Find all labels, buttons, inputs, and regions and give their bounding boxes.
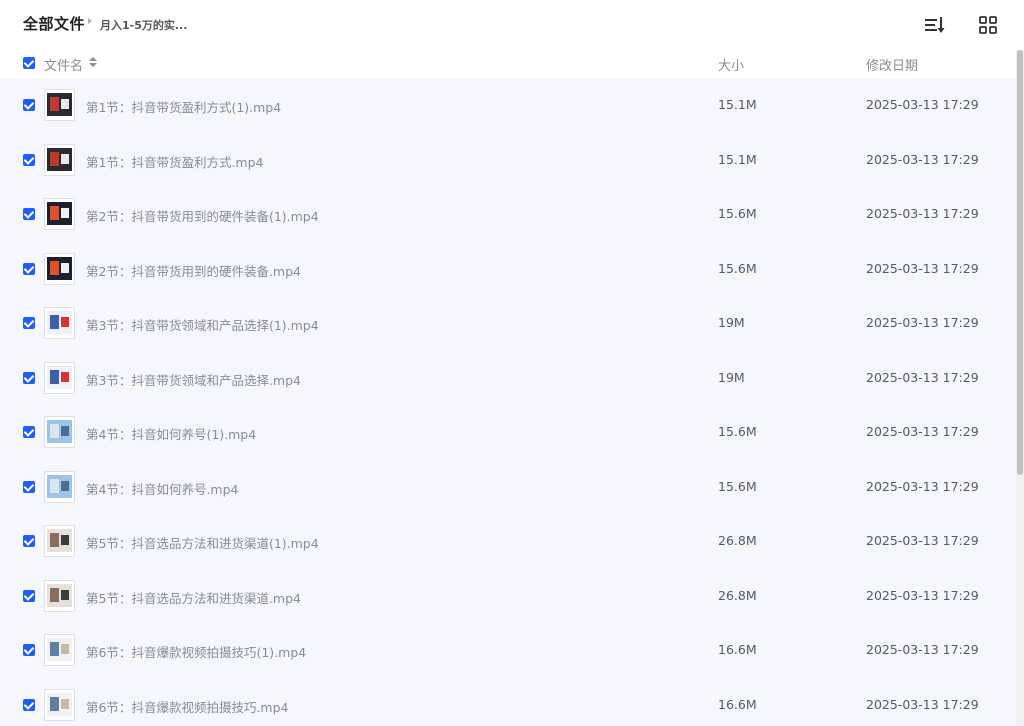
scrollbar-thumb[interactable] — [1017, 50, 1023, 475]
file-name[interactable]: 第2节：抖音带货用到的硬件装备(1).mp4 — [86, 206, 319, 225]
video-thumbnail-icon — [44, 89, 75, 121]
file-row[interactable]: 第2节：抖音带货用到的硬件装备.mp4 15.6M 2025-03-13 17:29 — [0, 242, 1016, 297]
row-checkbox[interactable] — [23, 426, 35, 438]
sort-list-icon[interactable] — [924, 14, 946, 36]
file-size: 26.8M — [718, 587, 757, 603]
video-thumbnail-icon — [44, 688, 75, 721]
video-thumbnail-icon — [44, 361, 75, 394]
file-row[interactable]: 第1节：抖音带货盈利方式.mp4 15.1M 2025-03-13 17:29 — [0, 133, 1016, 188]
select-all-checkbox[interactable] — [23, 57, 35, 69]
file-name[interactable]: 第2节：抖音带货用到的硬件装备.mp4 — [86, 261, 301, 280]
breadcrumb-separator-icon — [88, 18, 92, 24]
row-checkbox[interactable] — [23, 153, 35, 166]
file-row[interactable]: 第4节：抖音如何养号.mp4 15.6M 2025-03-13 17:29 — [0, 460, 1016, 515]
video-thumbnail-icon — [44, 416, 75, 448]
row-checkbox[interactable] — [23, 535, 35, 547]
file-modified-date: 2025-03-13 17:29 — [866, 587, 979, 603]
row-checkbox[interactable] — [23, 589, 35, 602]
breadcrumb-current-folder[interactable]: 月入1-5万的实... — [100, 17, 187, 33]
column-header: 文件名 大小 修改日期 — [0, 50, 1016, 78]
file-name[interactable]: 第1节：抖音带货盈利方式(1).mp4 — [86, 97, 281, 116]
file-name[interactable]: 第3节：抖音带货领域和产品选择(1).mp4 — [86, 315, 319, 334]
file-name[interactable]: 第4节：抖音如何养号.mp4 — [86, 479, 239, 498]
sort-toggle-icon[interactable] — [89, 57, 97, 69]
vertical-scrollbar[interactable] — [1016, 50, 1024, 726]
file-size: 15.1M — [718, 151, 757, 167]
file-size: 16.6M — [718, 642, 757, 657]
file-name[interactable]: 第5节：抖音选品方法和进货渠道.mp4 — [86, 588, 301, 607]
video-thumbnail-icon — [44, 525, 75, 557]
file-modified-date: 2025-03-13 17:29 — [866, 369, 979, 385]
grid-view-icon[interactable] — [978, 14, 998, 36]
video-thumbnail-icon — [44, 579, 75, 612]
row-checkbox[interactable] — [23, 371, 35, 384]
file-size: 19M — [718, 369, 745, 385]
file-row[interactable]: 第5节：抖音选品方法和进货渠道(1).mp4 26.8M 2025-03-13 17… — [0, 514, 1016, 569]
row-checkbox[interactable] — [23, 317, 35, 329]
file-size: 15.6M — [718, 206, 757, 221]
file-row[interactable]: 第2节：抖音带货用到的硬件装备(1).mp4 15.6M 2025-03-13 17… — [0, 187, 1016, 242]
file-size: 15.6M — [718, 424, 757, 439]
file-modified-date: 2025-03-13 17:29 — [866, 478, 979, 494]
file-list: 第1节：抖音带货盈利方式(1).mp4 15.1M 2025-03-13 17:29… — [0, 78, 1016, 726]
video-thumbnail-icon — [44, 252, 75, 285]
file-name[interactable]: 第3节：抖音带货领域和产品选择.mp4 — [86, 370, 301, 389]
file-size: 15.1M — [718, 97, 757, 112]
column-name-header[interactable]: 文件名 — [44, 55, 83, 74]
file-modified-date: 2025-03-13 17:29 — [866, 315, 979, 330]
video-thumbnail-icon — [44, 470, 75, 503]
file-row[interactable]: 第5节：抖音选品方法和进货渠道.mp4 26.8M 2025-03-13 17:29 — [0, 569, 1016, 624]
file-modified-date: 2025-03-13 17:29 — [866, 533, 979, 548]
file-modified-date: 2025-03-13 17:29 — [866, 696, 979, 712]
file-row[interactable]: 第6节：抖音爆款视频拍摄技巧(1).mp4 16.6M 2025-03-13 17:… — [0, 623, 1016, 678]
row-checkbox[interactable] — [23, 698, 35, 711]
file-modified-date: 2025-03-13 17:29 — [866, 424, 979, 439]
file-modified-date: 2025-03-13 17:29 — [866, 206, 979, 221]
video-thumbnail-icon — [44, 634, 75, 666]
row-checkbox[interactable] — [23, 480, 35, 493]
breadcrumb-root[interactable]: 全部文件 — [23, 13, 85, 34]
file-size: 15.6M — [718, 478, 757, 494]
file-name[interactable]: 第5节：抖音选品方法和进货渠道(1).mp4 — [86, 533, 319, 552]
file-size: 16.6M — [718, 696, 757, 712]
file-modified-date: 2025-03-13 17:29 — [866, 151, 979, 167]
top-bar: 全部文件 月入1-5万的实... — [0, 0, 1024, 50]
file-row[interactable]: 第3节：抖音带货领域和产品选择.mp4 19M 2025-03-13 17:29 — [0, 351, 1016, 406]
row-checkbox[interactable] — [23, 208, 35, 220]
row-checkbox[interactable] — [23, 644, 35, 656]
row-checkbox[interactable] — [23, 262, 35, 275]
video-thumbnail-icon — [44, 143, 75, 176]
video-thumbnail-icon — [44, 198, 75, 230]
file-row[interactable]: 第6节：抖音爆款视频拍摄技巧.mp4 16.6M 2025-03-13 17:29 — [0, 678, 1016, 726]
file-size: 15.6M — [718, 260, 757, 276]
column-size-header[interactable]: 大小 — [718, 55, 744, 74]
column-date-header[interactable]: 修改日期 — [866, 55, 918, 74]
file-row[interactable]: 第1节：抖音带货盈利方式(1).mp4 15.1M 2025-03-13 17:29 — [0, 78, 1016, 133]
file-modified-date: 2025-03-13 17:29 — [866, 260, 979, 276]
file-name[interactable]: 第6节：抖音爆款视频拍摄技巧(1).mp4 — [86, 642, 306, 661]
file-modified-date: 2025-03-13 17:29 — [866, 97, 979, 112]
file-name[interactable]: 第4节：抖音如何养号(1).mp4 — [86, 424, 256, 443]
file-row[interactable]: 第3节：抖音带货领域和产品选择(1).mp4 19M 2025-03-13 17:2… — [0, 296, 1016, 351]
file-name[interactable]: 第6节：抖音爆款视频拍摄技巧.mp4 — [86, 697, 289, 716]
file-size: 19M — [718, 315, 745, 330]
file-modified-date: 2025-03-13 17:29 — [866, 642, 979, 657]
row-checkbox[interactable] — [23, 99, 35, 111]
file-name[interactable]: 第1节：抖音带货盈利方式.mp4 — [86, 152, 264, 171]
file-row[interactable]: 第4节：抖音如何养号(1).mp4 15.6M 2025-03-13 17:29 — [0, 405, 1016, 460]
video-thumbnail-icon — [44, 307, 75, 339]
file-size: 26.8M — [718, 533, 757, 548]
